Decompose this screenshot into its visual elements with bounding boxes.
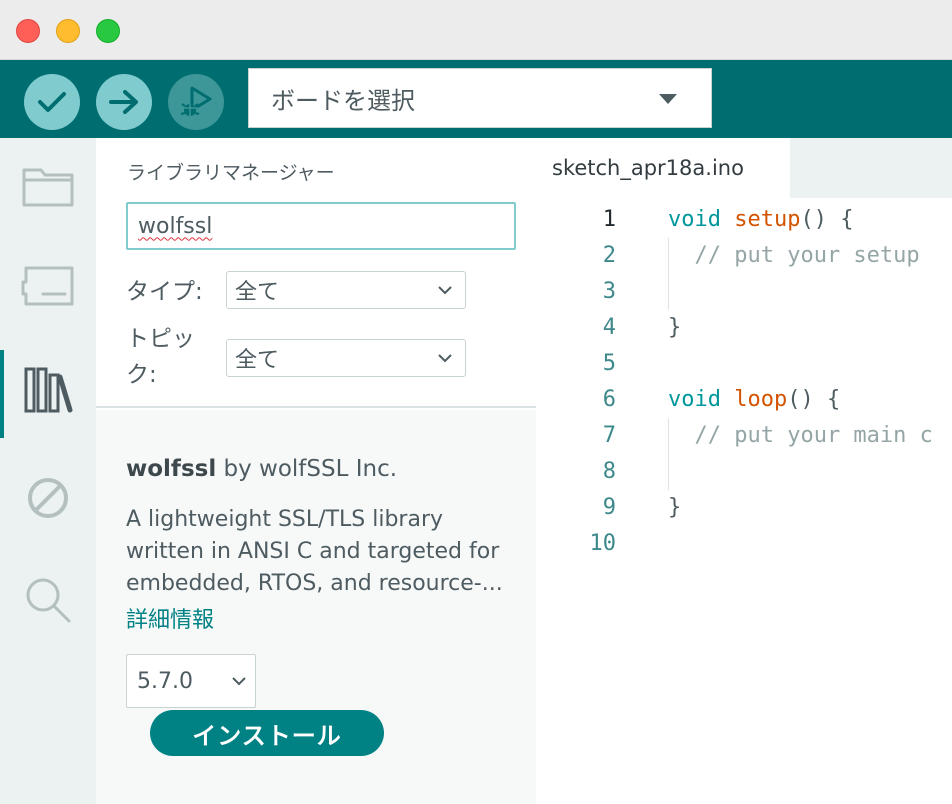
line-number: 7: [602, 423, 616, 448]
code-line-text: // put your main c: [668, 418, 933, 454]
code-token: }: [668, 495, 682, 520]
caret-down-icon: [659, 94, 677, 104]
version-select[interactable]: 5.7.0: [126, 654, 256, 708]
arrow-right-icon: [109, 90, 138, 114]
code-line[interactable]: 1 void setup() {: [536, 202, 952, 238]
code-line[interactable]: 2 // put your setup: [536, 238, 952, 274]
library-description-line: written in ANSI C and targeted for: [126, 539, 500, 564]
code-line[interactable]: 4}: [536, 310, 952, 346]
code-token: void: [668, 207, 721, 232]
code-line-text: }: [668, 490, 681, 526]
type-filter-label: タイプ:: [126, 279, 203, 305]
library-author: by wolfSSL Inc.: [216, 456, 398, 482]
editor-tab-bar: sketch_apr18a.ino: [536, 138, 952, 198]
code-token: // put your main c: [668, 423, 933, 448]
code-token: // put your setup: [668, 243, 920, 268]
code-token: void: [668, 387, 721, 412]
sidebar-item-search[interactable]: [0, 560, 96, 640]
topic-filter-select[interactable]: 全て: [226, 339, 466, 377]
code-line-text: void loop() {: [668, 382, 840, 418]
main-toolbar: ボードを選択: [0, 60, 952, 138]
version-value: 5.7.0: [137, 668, 193, 694]
sidebar-item-boards-manager[interactable]: [0, 246, 96, 326]
upload-button[interactable]: [96, 74, 152, 130]
line-number: 2: [602, 243, 616, 268]
code-line[interactable]: 6 void loop() {: [536, 382, 952, 418]
library-list-item: wolfssl by wolfSSL Inc. A lightweight SS…: [96, 410, 536, 804]
code-editor: sketch_apr18a.ino 1 void setup() {2 // pu…: [536, 138, 952, 804]
library-search-value: wolfssl: [138, 213, 213, 239]
topic-filter-label-line2: ク:: [126, 362, 157, 388]
editor-tab-sketch[interactable]: sketch_apr18a.ino: [536, 138, 790, 198]
code-line-text: }: [668, 310, 681, 346]
code-token: () {: [787, 387, 841, 412]
type-filter-value: 全て: [235, 280, 280, 305]
close-window-button[interactable]: [16, 19, 40, 43]
chevron-down-icon: [232, 677, 246, 686]
code-line[interactable]: 8: [536, 454, 952, 490]
line-number: 8: [602, 459, 616, 484]
library-icon: [24, 367, 73, 413]
chevron-down-icon: [438, 286, 452, 295]
chevron-down-icon: [438, 354, 452, 363]
library-search-input[interactable]: wolfssl: [126, 202, 516, 250]
library-description-line: A lightweight SSL/TLS library: [126, 507, 444, 532]
topic-filter-label-line1: トピッ: [126, 326, 195, 352]
library-name: wolfssl by wolfSSL Inc.: [126, 456, 397, 482]
verify-button[interactable]: [24, 74, 80, 130]
search-icon: [26, 578, 71, 623]
sidebar-item-debug[interactable]: [0, 458, 96, 538]
line-number: 10: [589, 531, 617, 556]
more-info-link[interactable]: 詳細情報: [126, 602, 214, 634]
code-area[interactable]: 1 void setup() {2 // put your setup 3 4} 5 6 v…: [536, 200, 952, 804]
line-number: 9: [602, 495, 616, 520]
library-name-title: wolfssl: [126, 456, 217, 482]
code-line-text: // put your setup: [668, 238, 920, 274]
line-number: 1: [602, 207, 616, 232]
code-line[interactable]: 3: [536, 274, 952, 310]
type-filter-select[interactable]: 全て: [226, 271, 466, 309]
library-description-line: embedded, RTOS, and resource-...: [126, 571, 503, 596]
code-token: () {: [800, 207, 854, 232]
code-line[interactable]: 5: [536, 346, 952, 382]
maximize-window-button[interactable]: [96, 19, 120, 43]
code-token: loop: [734, 387, 788, 412]
topic-filter-label: トピッ ク:: [126, 321, 216, 393]
code-token: }: [668, 315, 682, 340]
line-number: 4: [602, 315, 616, 340]
window-titlebar: [0, 0, 952, 60]
install-button[interactable]: インストール: [150, 710, 384, 756]
debug-disabled-icon: [28, 478, 68, 518]
board-select-label: ボードを選択: [271, 86, 415, 115]
debug-button[interactable]: [168, 74, 224, 130]
topic-filter-value: 全て: [235, 348, 280, 373]
folder-icon: [22, 168, 74, 207]
code-token: setup: [734, 207, 801, 232]
line-number: 3: [602, 279, 616, 304]
sidebar-item-sketchbook[interactable]: [0, 146, 96, 226]
library-manager-panel: ライブラリマネージャー wolfssl タイプ: 全て トピッ ク: 全て wo…: [96, 138, 536, 804]
board-select-dropdown[interactable]: ボードを選択: [248, 68, 712, 128]
line-number: 6: [602, 387, 616, 412]
library-manager-header: ライブラリマネージャー wolfssl タイプ: 全て トピッ ク: 全て: [96, 138, 536, 408]
code-line[interactable]: 7 // put your main c: [536, 418, 952, 454]
library-manager-title: ライブラリマネージャー: [127, 162, 335, 184]
activity-bar: [0, 138, 96, 804]
line-number: 5: [602, 351, 616, 376]
board-icon: [21, 266, 74, 306]
sidebar-item-library-manager[interactable]: [0, 350, 96, 438]
minimize-window-button[interactable]: [56, 19, 80, 43]
debug-icon: [180, 86, 212, 116]
code-line[interactable]: 9}: [536, 490, 952, 526]
library-description: A lightweight SSL/TLS library written in…: [126, 504, 516, 600]
checkmark-icon: [38, 92, 66, 112]
code-line[interactable]: 10: [536, 526, 952, 562]
code-line-text: void setup() {: [668, 202, 853, 238]
